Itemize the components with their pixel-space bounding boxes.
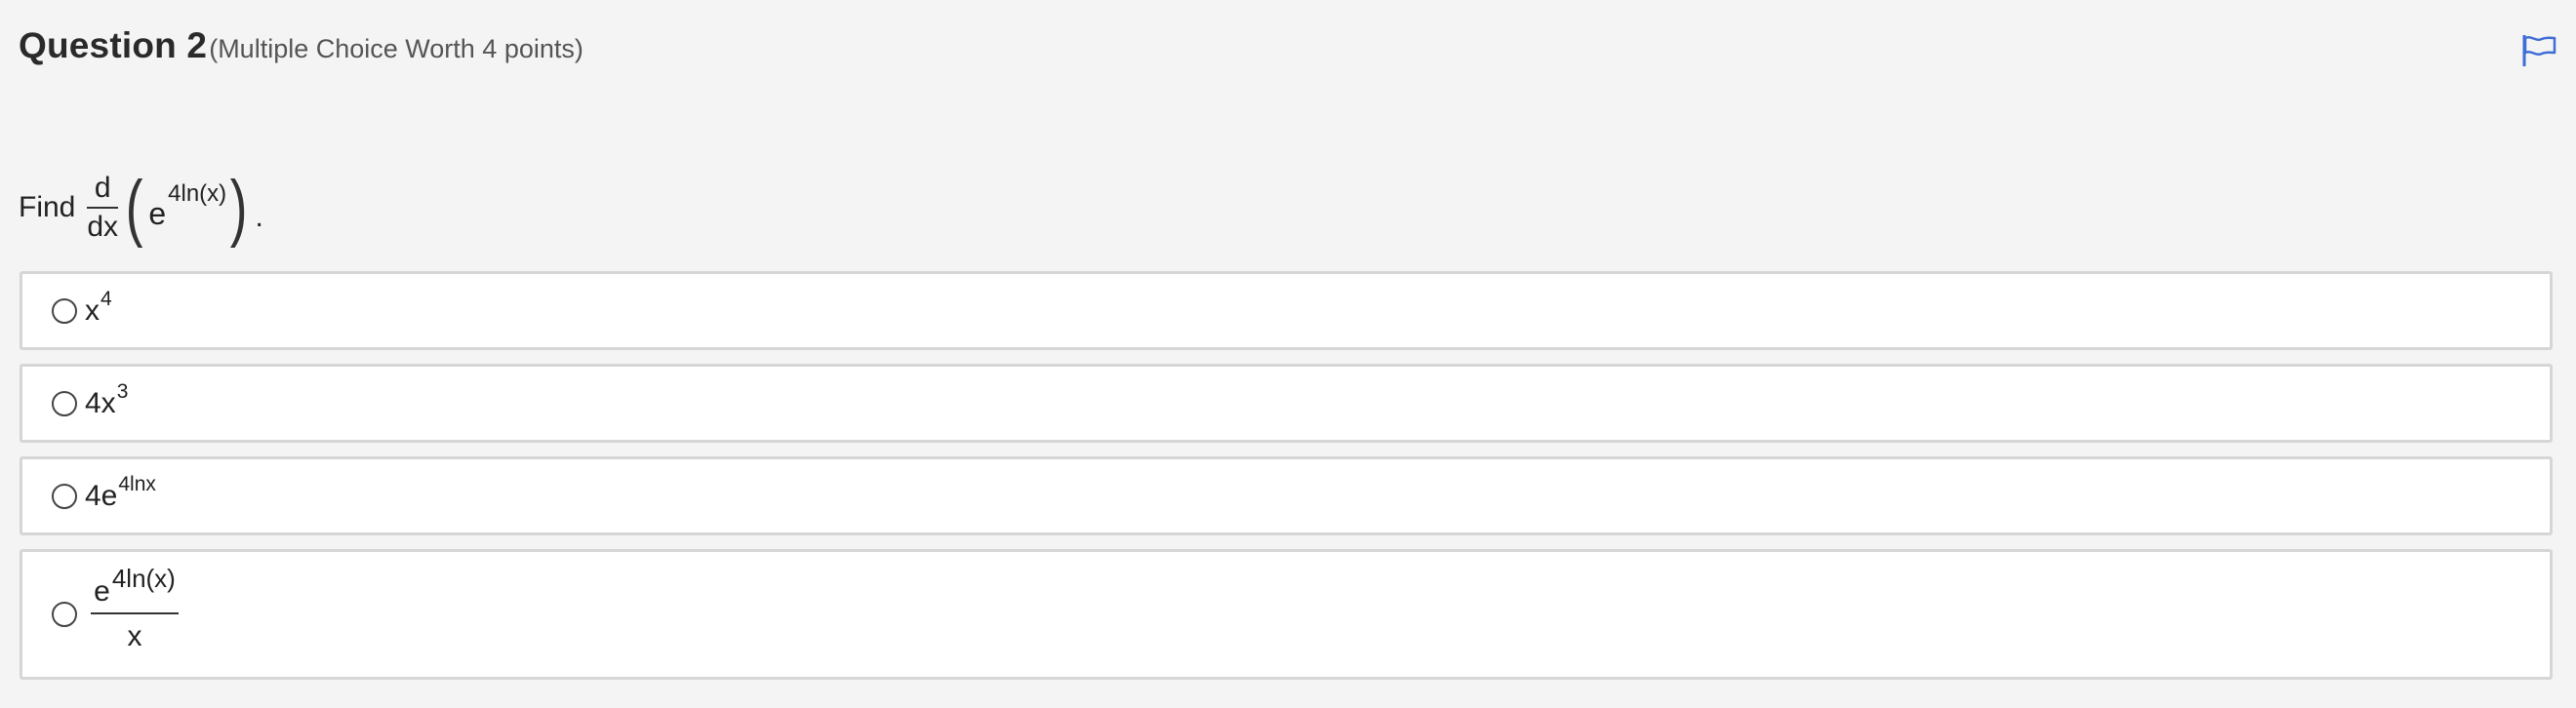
left-paren: (	[125, 166, 143, 249]
option-base: 4e	[85, 479, 118, 512]
question-worth: (Multiple Choice Worth 4 points)	[209, 34, 584, 63]
answer-option-1[interactable]: x4	[20, 271, 2553, 350]
answer-option-3[interactable]: 4e 4lnx	[20, 456, 2553, 535]
prompt-exponent: 4ln(x)	[168, 180, 227, 207]
option-exponent: 4	[101, 287, 112, 310]
question-prompt: Find d dx ( e 4ln(x) ) .	[19, 164, 263, 252]
answer-options: x4 4x 3 4e 4lnx e 4ln(x) x	[20, 271, 2553, 693]
flag-icon[interactable]	[2521, 33, 2556, 68]
fraction-denominator: x	[127, 620, 142, 652]
option-exponent: 4lnx	[118, 472, 156, 495]
derivative-operator: d dx	[87, 172, 119, 243]
derivative-numerator: d	[94, 172, 111, 204]
option-exponent: 4ln(x)	[111, 564, 176, 593]
prompt-end: .	[255, 201, 263, 233]
question-title: Question 2	[19, 25, 208, 65]
answer-option-2[interactable]: 4x 3	[20, 364, 2553, 443]
option-exponent: 3	[116, 379, 129, 403]
option-label: x4	[85, 288, 112, 328]
option-base: x	[85, 294, 100, 327]
radio-button[interactable]	[52, 602, 77, 627]
option-base: 4x	[85, 386, 116, 419]
right-paren: )	[229, 166, 248, 249]
radio-button[interactable]	[52, 297, 77, 324]
answer-option-4[interactable]: e 4ln(x) x	[20, 549, 2553, 680]
option-base: e	[94, 575, 110, 608]
derivative-denominator: dx	[87, 211, 119, 243]
fraction-numerator: e 4ln(x)	[94, 566, 176, 612]
prompt-text: Find	[19, 191, 76, 223]
prompt-base: e	[148, 195, 167, 231]
option-fraction: e 4ln(x) x	[91, 566, 179, 652]
radio-button[interactable]	[52, 390, 77, 416]
radio-button[interactable]	[52, 483, 77, 509]
option-label: 4x 3	[85, 380, 128, 420]
question-header: Question 2 (Multiple Choice Worth 4 poin…	[19, 25, 584, 78]
question-page: Question 2 (Multiple Choice Worth 4 poin…	[0, 0, 2576, 708]
option-label: 4e 4lnx	[85, 473, 156, 513]
